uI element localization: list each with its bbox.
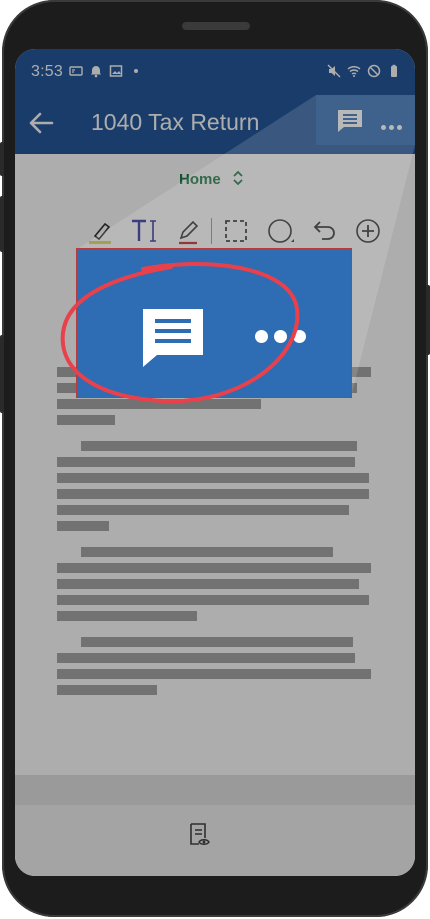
zoom-beam [77,95,415,397]
phone-speaker [182,22,250,30]
side-button-power [0,335,4,413]
side-button-volume-down [0,196,4,252]
side-button-volume-up [0,142,4,176]
highlight-circle [60,261,300,404]
screen: 3:53 1040 Tax Return Home [15,49,415,876]
side-button-right [426,285,430,355]
